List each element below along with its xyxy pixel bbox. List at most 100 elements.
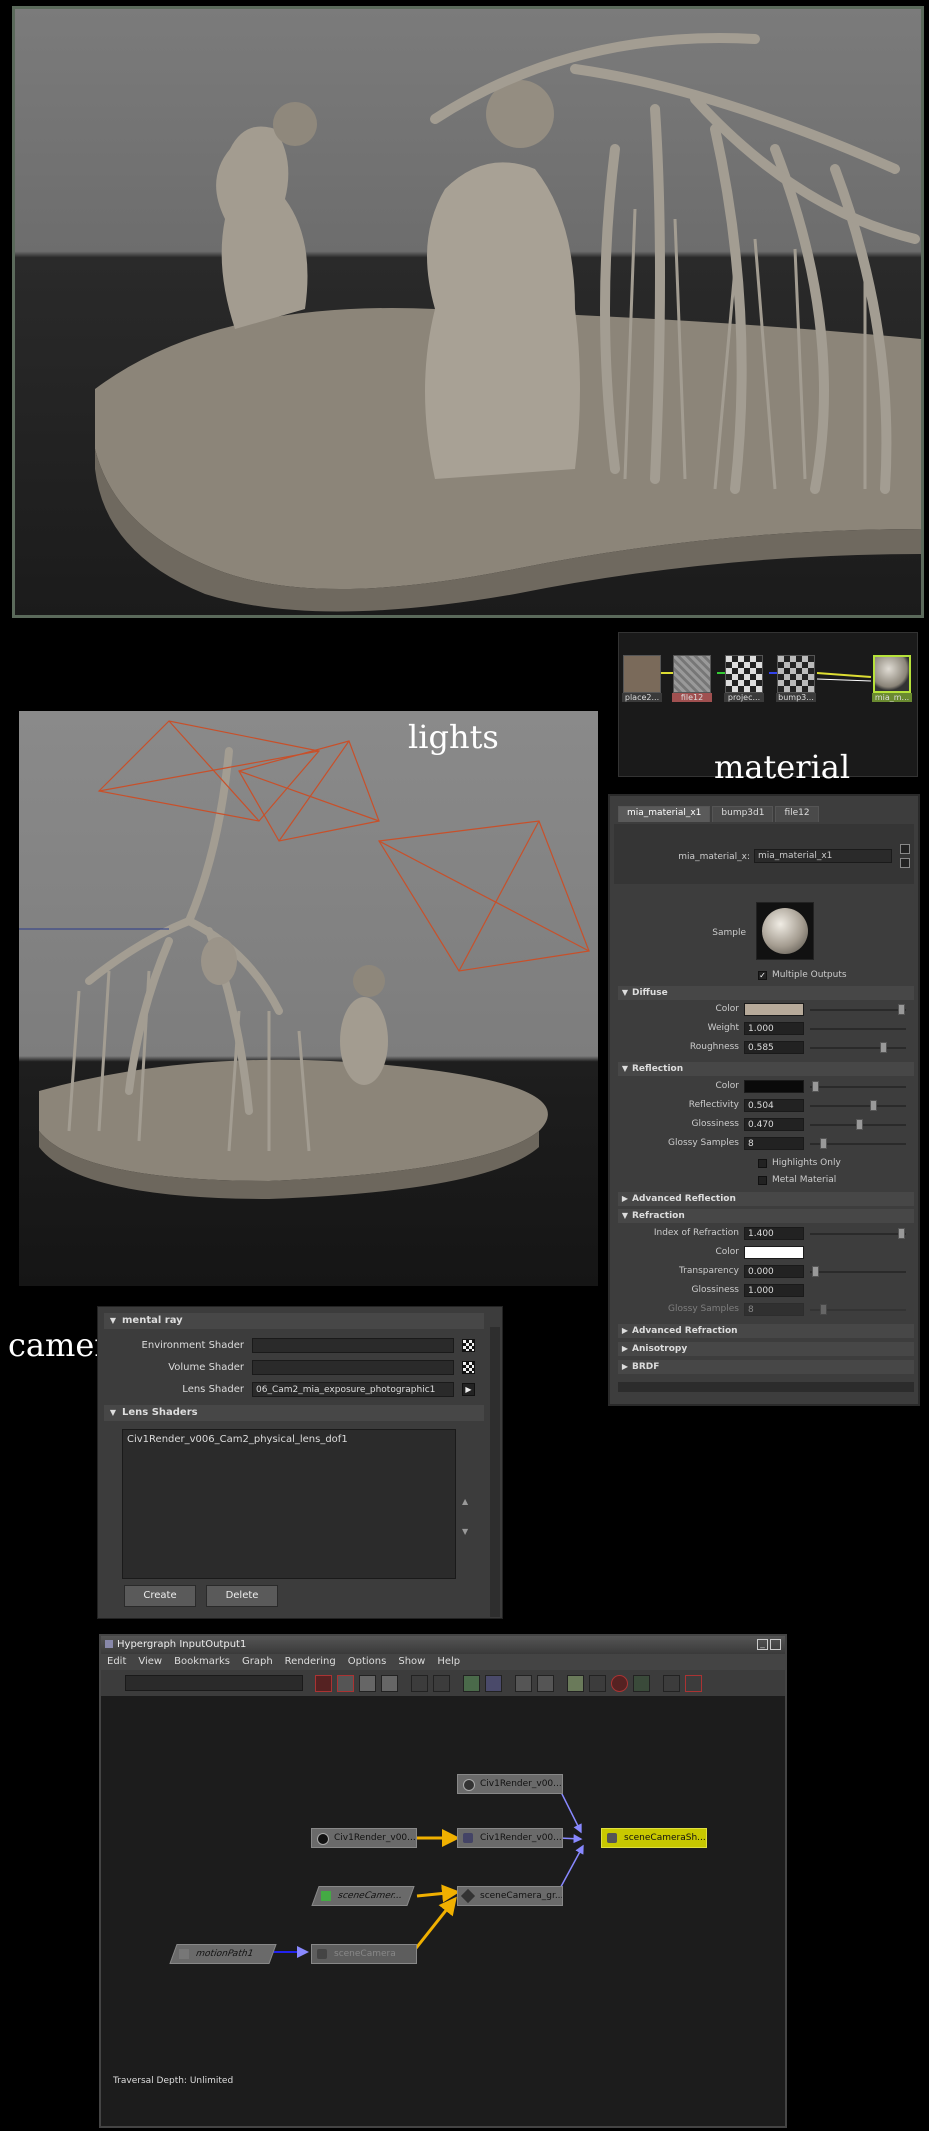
scroll-up-icon[interactable]: ▲	[462, 1497, 468, 1506]
dots-icon[interactable]	[663, 1675, 680, 1692]
metal-material-checkbox[interactable]	[758, 1176, 767, 1185]
tab-bump3d[interactable]: bump3d1	[712, 806, 774, 822]
ior-slider[interactable]	[810, 1228, 906, 1239]
ior-field[interactable]: 1.400	[744, 1227, 804, 1240]
swatch-bump3d[interactable]	[777, 655, 815, 693]
reflection-color-slider[interactable]	[810, 1081, 906, 1092]
menu-graph[interactable]: Graph	[236, 1654, 279, 1670]
swatch-place2d[interactable]	[623, 655, 661, 693]
diffuse-weight-slider[interactable]	[810, 1028, 906, 1030]
refraction-glossiness-field[interactable]: 1.000	[744, 1284, 804, 1297]
graph-node-scenecamerashape[interactable]: sceneCameraSh...	[601, 1828, 707, 1848]
slider-knob[interactable]	[898, 1004, 905, 1015]
input-connections-icon[interactable]	[411, 1675, 428, 1692]
section-mental-ray[interactable]: ▼ mental ray	[104, 1313, 484, 1329]
focus-icon[interactable]	[900, 844, 910, 854]
remove-icon[interactable]	[685, 1675, 702, 1692]
slider-knob[interactable]	[820, 1304, 827, 1315]
menu-options[interactable]: Options	[342, 1654, 393, 1670]
record-icon[interactable]	[611, 1675, 628, 1692]
vertical-scrollbar[interactable]	[490, 1327, 500, 1617]
refraction-color-swatch[interactable]	[744, 1246, 804, 1259]
reflection-glossy-samples-field[interactable]: 8	[744, 1137, 804, 1150]
rendering-icon[interactable]	[463, 1675, 480, 1692]
graph-node-scenecamera[interactable]: sceneCamera	[311, 1944, 417, 1964]
frame-selection-icon[interactable]	[337, 1675, 354, 1692]
section-diffuse[interactable]: ▼ Diffuse	[618, 986, 914, 1000]
slider-knob[interactable]	[880, 1042, 887, 1053]
tab-file12[interactable]: file12	[775, 806, 819, 822]
tab-mia-material[interactable]: mia_material_x1	[618, 806, 711, 822]
environment-shader-field[interactable]	[252, 1338, 454, 1353]
list-item[interactable]: Civ1Render_v006_Cam2_physical_lens_dof1	[127, 1434, 451, 1445]
map-button-icon[interactable]	[462, 1339, 475, 1352]
mental-ray-panel[interactable]: ▼ mental ray Environment Shader Volume Sh…	[97, 1306, 503, 1619]
diffuse-roughness-slider[interactable]	[810, 1042, 906, 1053]
graph-node-civ1render-mid[interactable]: Civ1Render_v00...	[457, 1828, 563, 1848]
graph-node-scenecamera-group[interactable]: sceneCamera_gr...	[457, 1886, 563, 1906]
highlights-only-checkbox[interactable]	[758, 1159, 767, 1168]
graph-node-civ1render-left[interactable]: Civ1Render_v00...	[311, 1828, 417, 1848]
attribute-editor[interactable]: mia_material_x1 bump3d1 file12 mia_mater…	[608, 794, 920, 1406]
material-sample-swatch[interactable]	[756, 902, 814, 960]
network-icon[interactable]	[633, 1675, 650, 1692]
lights-viewport[interactable]	[19, 711, 598, 1286]
reflection-color-swatch[interactable]	[744, 1080, 804, 1093]
hypergraph-window[interactable]: Hypergraph InputOutput1 _ Edit View Book…	[99, 1634, 787, 2128]
reflection-glossiness-field[interactable]: 0.470	[744, 1118, 804, 1131]
refraction-glossy-samples-slider[interactable]	[810, 1304, 906, 1315]
transparency-slider[interactable]	[810, 1266, 906, 1277]
transparency-field[interactable]: 0.000	[744, 1265, 804, 1278]
section-anisotropy[interactable]: ▶ Anisotropy	[618, 1342, 914, 1356]
reflectivity-slider[interactable]	[810, 1100, 906, 1111]
swatch-toggle-icon[interactable]	[567, 1675, 584, 1692]
slider-knob[interactable]	[856, 1119, 863, 1130]
graph-node-motionpath[interactable]: motionPath1	[169, 1944, 277, 1964]
scene-hierarchy-icon[interactable]	[515, 1675, 532, 1692]
main-viewport[interactable]	[12, 6, 924, 618]
slider-knob[interactable]	[812, 1266, 819, 1277]
section-advanced-refraction[interactable]: ▶ Advanced Refraction	[618, 1324, 914, 1338]
menu-bookmarks[interactable]: Bookmarks	[168, 1654, 236, 1670]
delete-button[interactable]: Delete	[206, 1585, 278, 1607]
diffuse-roughness-field[interactable]: 0.585	[744, 1041, 804, 1054]
create-button[interactable]: Create	[124, 1585, 196, 1607]
section-refraction[interactable]: ▼ Refraction	[618, 1209, 914, 1223]
section-reflection[interactable]: ▼ Reflection	[618, 1062, 914, 1076]
reflectivity-field[interactable]: 0.504	[744, 1099, 804, 1112]
lens-shaders-list[interactable]: Civ1Render_v006_Cam2_physical_lens_dof1	[122, 1429, 456, 1579]
volume-shader-field[interactable]	[252, 1360, 454, 1375]
input-output-icon[interactable]	[537, 1675, 554, 1692]
go-to-node-icon[interactable]: ▶	[462, 1383, 475, 1396]
section-lens-shaders[interactable]: ▼ Lens Shaders	[104, 1405, 484, 1421]
menu-view[interactable]: View	[132, 1654, 168, 1670]
reflection-glossy-samples-slider[interactable]	[810, 1138, 906, 1149]
horizontal-scrollbar[interactable]	[618, 1382, 914, 1392]
slider-knob[interactable]	[870, 1100, 877, 1111]
diffuse-weight-field[interactable]: 1.000	[744, 1022, 804, 1035]
diffuse-color-swatch[interactable]	[744, 1003, 804, 1016]
scroll-down-icon[interactable]: ▼	[462, 1527, 468, 1536]
output-connections-icon[interactable]	[433, 1675, 450, 1692]
lens-shader-field[interactable]: 06_Cam2_mia_exposure_photographic1	[252, 1382, 454, 1397]
menu-help[interactable]: Help	[431, 1654, 466, 1670]
bookmark-field[interactable]	[125, 1675, 303, 1691]
swatch-file12[interactable]	[673, 655, 711, 693]
section-advanced-reflection[interactable]: ▶ Advanced Reflection	[618, 1192, 914, 1206]
reflection-glossiness-slider[interactable]	[810, 1119, 906, 1130]
minimize-icon[interactable]: _	[757, 1639, 768, 1650]
refraction-glossy-samples-field[interactable]: 8	[744, 1303, 804, 1316]
swatch-projection[interactable]	[725, 655, 763, 693]
slider-knob[interactable]	[820, 1138, 827, 1149]
texture-icon[interactable]	[485, 1675, 502, 1692]
map-button-icon[interactable]	[462, 1361, 475, 1374]
graph-node-civ1render-top[interactable]: Civ1Render_v00...	[457, 1774, 563, 1794]
graph-layout-icon[interactable]	[359, 1675, 376, 1692]
graph-node-scenecamera-left[interactable]: sceneCamer...	[311, 1886, 415, 1906]
menu-edit[interactable]: Edit	[101, 1654, 132, 1670]
menu-rendering[interactable]: Rendering	[279, 1654, 342, 1670]
menu-show[interactable]: Show	[392, 1654, 431, 1670]
presets-icon[interactable]	[900, 858, 910, 868]
node-name-field[interactable]: mia_material_x1	[754, 849, 892, 863]
clear-graph-icon[interactable]	[589, 1675, 606, 1692]
